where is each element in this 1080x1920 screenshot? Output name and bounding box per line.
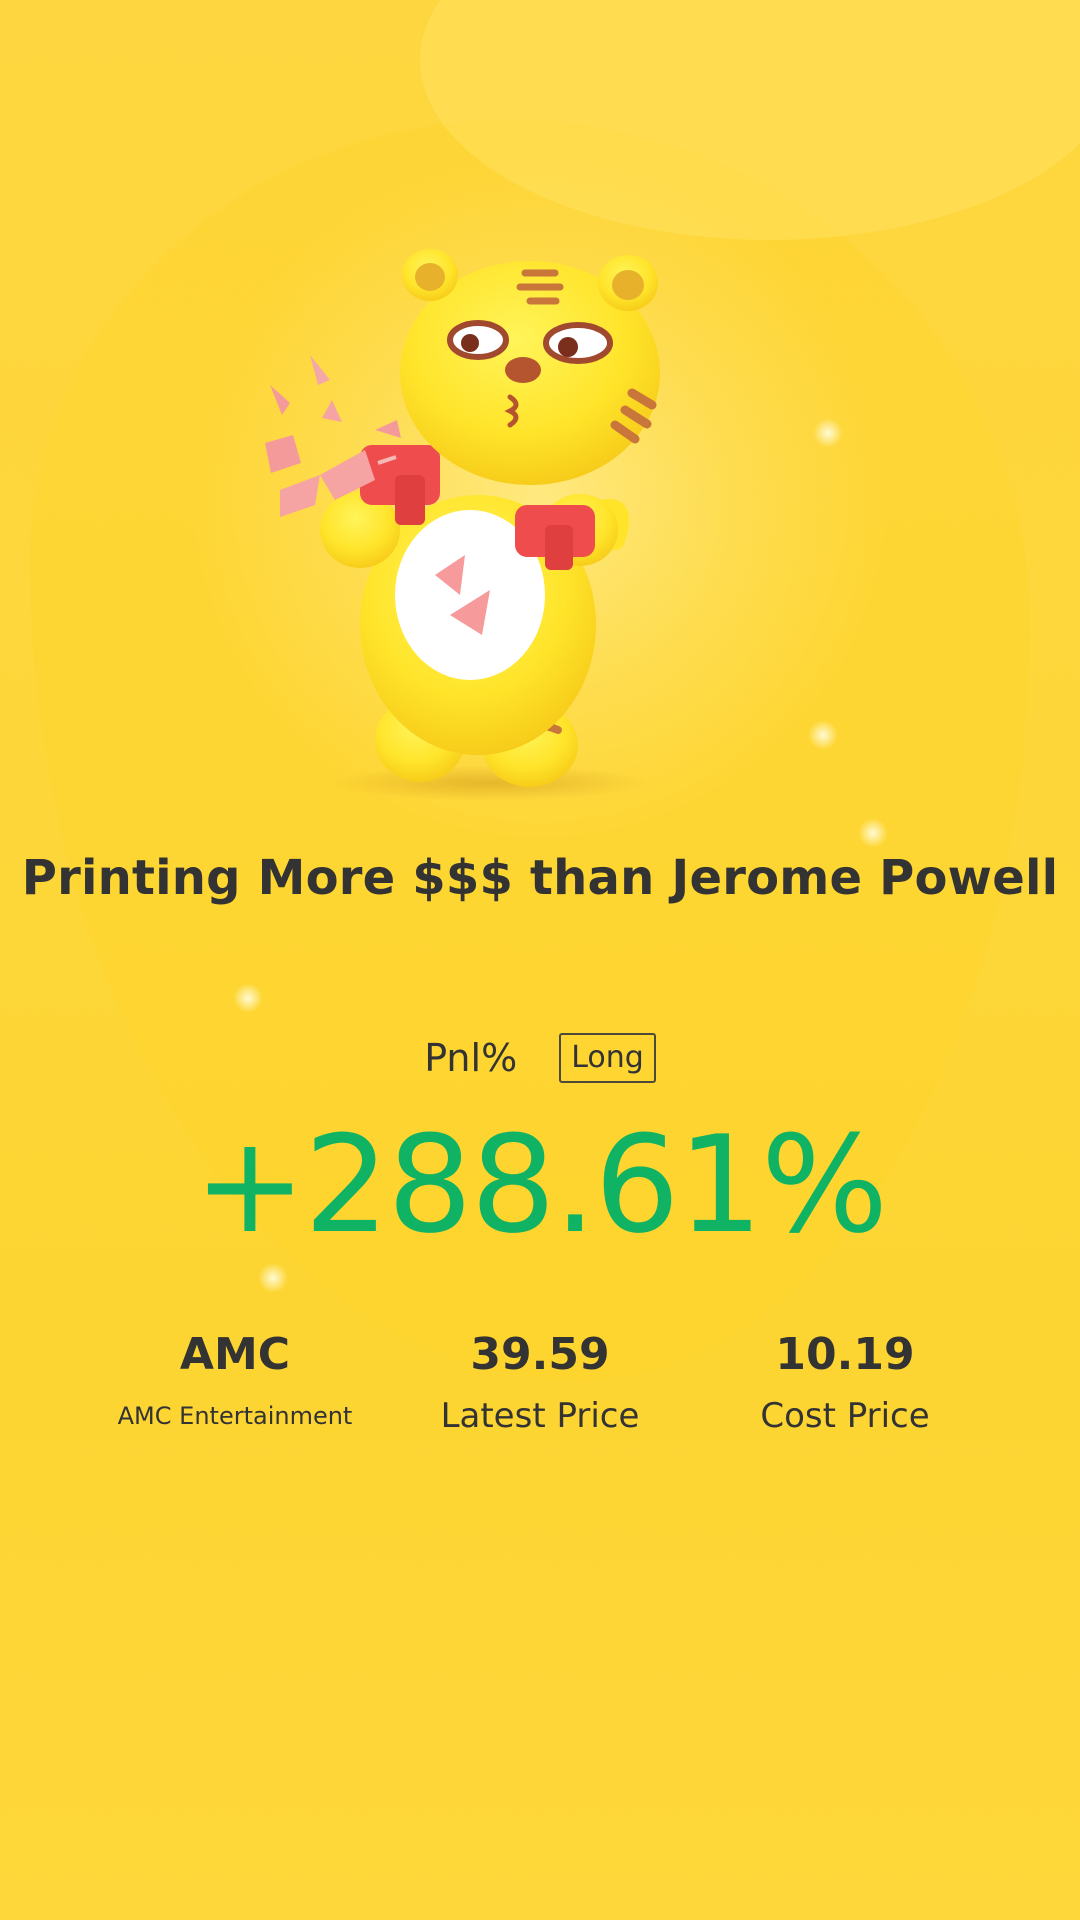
sparkle: [258, 1263, 288, 1293]
headline-title: Printing More $$$ than Jerome Powell: [21, 850, 1059, 906]
company-name: AMC Entertainment: [117, 1402, 353, 1430]
ticker-stat: AMC AMC Entertainment: [75, 1325, 395, 1443]
position-side-badge: Long: [559, 1033, 656, 1083]
tiger-mascot-illustration: [265, 249, 660, 801]
sparkle: [813, 418, 843, 448]
ticker-symbol: AMC: [179, 1329, 291, 1380]
latest-price-label: Latest Price: [440, 1396, 640, 1436]
pnl-label: Pnl%: [424, 1036, 518, 1080]
latest-price-value: 39.59: [470, 1329, 610, 1380]
cost-price-value: 10.19: [775, 1329, 915, 1380]
cost-price-label: Cost Price: [760, 1396, 930, 1436]
background-shape-top: [420, 0, 1080, 240]
sparkle: [233, 983, 263, 1013]
cost-price-stat: 10.19 Cost Price: [685, 1325, 1005, 1443]
pnl-header: Pnl% Long: [0, 1033, 1080, 1083]
sparkle: [808, 720, 838, 750]
pnl-percentage-value: +288.61%: [193, 1107, 888, 1263]
latest-price-stat: 39.59 Latest Price: [380, 1325, 700, 1443]
sparkle: [858, 818, 888, 848]
